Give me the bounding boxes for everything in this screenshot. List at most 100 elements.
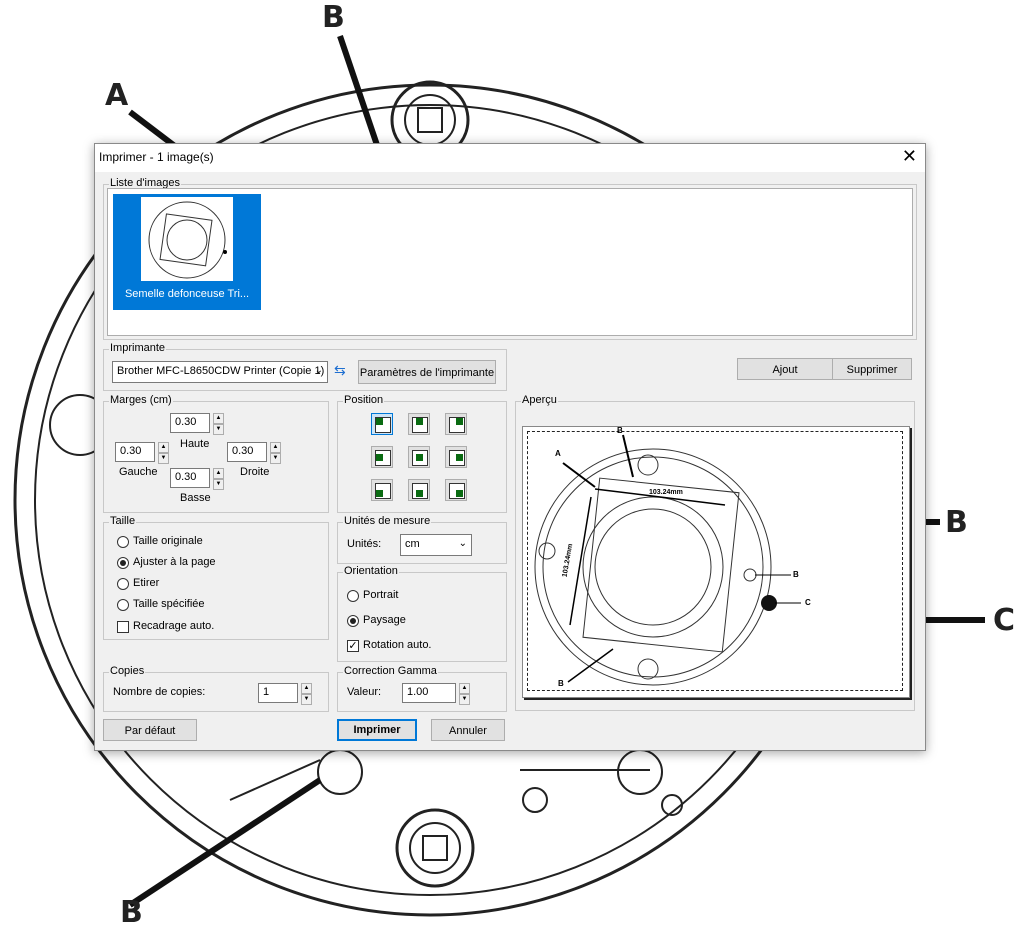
margin-left-input[interactable]: 0.30 <box>115 442 155 462</box>
delete-button[interactable]: Supprimer <box>832 358 912 380</box>
position-middle-right[interactable] <box>445 446 467 468</box>
size-original-radio[interactable] <box>117 536 129 548</box>
copies-input[interactable]: 1 <box>258 683 298 703</box>
copies-label: Nombre de copies: <box>113 686 206 698</box>
margin-top-label: Haute <box>180 438 210 450</box>
printer-group: Imprimante Brother MFC-L8650CDW Printer … <box>103 342 507 391</box>
preview-page: A B B C B 103.24mm 103.24mm <box>522 426 910 698</box>
copies-group: Copies Nombre de copies: 1 ▲ ▼ <box>103 665 329 712</box>
bg-label-b-top: B <box>322 0 345 35</box>
position-top-right[interactable] <box>445 413 467 435</box>
close-icon[interactable]: ✕ <box>902 146 917 167</box>
units-select[interactable]: cm ⌄ <box>400 534 472 556</box>
orientation-legend: Orientation <box>343 565 399 577</box>
increment-icon[interactable]: ▲ <box>158 442 169 453</box>
position-top-center[interactable] <box>408 413 430 435</box>
increment-icon[interactable]: ▲ <box>301 683 312 694</box>
preview-label-b-bottom: B <box>558 679 564 688</box>
landscape-radio[interactable] <box>347 615 359 627</box>
size-fit-page-label: Ajuster à la page <box>133 556 216 568</box>
bg-label-c: C <box>993 603 1016 638</box>
bg-label-a: A <box>105 78 129 113</box>
default-button[interactable]: Par défaut <box>103 719 197 741</box>
image-list-item[interactable]: Semelle defonceuse Tri... <box>113 194 261 310</box>
position-middle-left[interactable] <box>371 446 393 468</box>
gamma-label: Valeur: <box>347 686 382 698</box>
auto-crop-checkbox[interactable] <box>117 621 129 633</box>
bg-label-b-bottom: B <box>120 895 143 930</box>
units-group: Unités de mesure Unités: cm ⌄ <box>337 515 507 564</box>
chevron-down-icon: ⌄ <box>314 365 323 376</box>
title-bar: Imprimer - 1 image(s) ✕ <box>95 144 925 172</box>
portrait-radio[interactable] <box>347 590 359 602</box>
bg-label-b-right: B <box>945 505 968 540</box>
preview-dimension-horizontal: 103.24mm <box>649 489 683 496</box>
decrement-icon[interactable]: ▼ <box>301 694 312 705</box>
printer-settings-button[interactable]: Paramètres de l'imprimante <box>358 360 496 384</box>
size-legend: Taille <box>109 515 137 527</box>
size-specified-radio[interactable] <box>117 599 129 611</box>
refresh-icon[interactable]: ⇆ <box>334 362 346 379</box>
preview-label-b-top: B <box>617 426 623 435</box>
decrement-icon[interactable]: ▼ <box>213 479 224 490</box>
units-legend: Unités de mesure <box>343 515 432 527</box>
margin-bottom-label: Basse <box>180 492 211 504</box>
print-button[interactable]: Imprimer <box>337 719 417 741</box>
units-select-value: cm <box>405 538 420 550</box>
cancel-button[interactable]: Annuler <box>431 719 505 741</box>
orientation-group: Orientation Portrait Paysage ✓ Rotation … <box>337 565 507 662</box>
image-list-box[interactable]: Semelle defonceuse Tri... <box>107 188 913 336</box>
portrait-label: Portrait <box>363 589 399 601</box>
landscape-label: Paysage <box>363 614 406 626</box>
preview-legend: Aperçu <box>521 394 558 406</box>
image-caption: Semelle defonceuse Tri... <box>124 288 250 300</box>
increment-icon[interactable]: ▲ <box>270 442 281 453</box>
gamma-group: Correction Gamma Valeur: 1.00 ▲ ▼ <box>337 665 507 712</box>
auto-rotate-checkbox[interactable]: ✓ <box>347 640 359 652</box>
auto-crop-label: Recadrage auto. <box>133 620 215 632</box>
chevron-down-icon: ⌄ <box>458 538 467 549</box>
decrement-icon[interactable]: ▼ <box>270 453 281 464</box>
gamma-legend: Correction Gamma <box>343 665 438 677</box>
size-original-label: Taille originale <box>133 535 203 547</box>
decrement-icon[interactable]: ▼ <box>459 694 470 705</box>
decrement-icon[interactable]: ▼ <box>213 424 224 435</box>
decrement-icon[interactable]: ▼ <box>158 453 169 464</box>
preview-group: Aperçu A B B C B 103.24mm 103.24mm <box>515 394 915 711</box>
add-button[interactable]: Ajout <box>737 358 833 380</box>
dialog-title: Imprimer - 1 image(s) <box>99 150 214 164</box>
auto-rotate-label: Rotation auto. <box>363 639 432 651</box>
size-group: Taille Taille originale Ajuster à la pag… <box>103 515 329 640</box>
print-dialog: Imprimer - 1 image(s) ✕ Liste d'images S… <box>94 143 926 751</box>
increment-icon[interactable]: ▲ <box>459 683 470 694</box>
margins-legend: Marges (cm) <box>109 394 173 406</box>
printer-select[interactable]: Brother MFC-L8650CDW Printer (Copie 1) ⌄ <box>112 361 328 383</box>
image-thumbnail <box>141 197 233 281</box>
margins-group: Marges (cm) 0.30 ▲ ▼ Haute 0.30 ▲ ▼ Gauche… <box>103 394 329 513</box>
position-center[interactable] <box>408 446 430 468</box>
position-bottom-right[interactable] <box>445 479 467 501</box>
margin-left-label: Gauche <box>119 466 158 478</box>
margin-bottom-input[interactable]: 0.30 <box>170 468 210 488</box>
increment-icon[interactable]: ▲ <box>213 413 224 424</box>
gamma-input[interactable]: 1.00 <box>402 683 456 703</box>
size-fit-page-radio[interactable] <box>117 557 129 569</box>
position-bottom-left[interactable] <box>371 479 393 501</box>
printer-legend: Imprimante <box>109 342 167 354</box>
size-specified-label: Taille spécifiée <box>133 598 205 610</box>
margin-right-label: Droite <box>240 466 270 478</box>
position-top-left[interactable] <box>371 413 393 435</box>
position-group: Position <box>337 394 507 513</box>
preview-label-b-right: B <box>793 570 799 579</box>
copies-legend: Copies <box>109 665 146 677</box>
preview-label-a: A <box>555 449 561 458</box>
preview-label-c: C <box>805 598 811 607</box>
image-list-group: Liste d'images Semelle defonceuse Tri... <box>103 177 917 340</box>
position-bottom-center[interactable] <box>408 479 430 501</box>
margin-top-input[interactable]: 0.30 <box>170 413 210 433</box>
size-stretch-radio[interactable] <box>117 578 129 590</box>
margin-right-input[interactable]: 0.30 <box>227 442 267 462</box>
increment-icon[interactable]: ▲ <box>213 468 224 479</box>
preview-drawing <box>534 434 801 686</box>
position-legend: Position <box>343 394 385 406</box>
